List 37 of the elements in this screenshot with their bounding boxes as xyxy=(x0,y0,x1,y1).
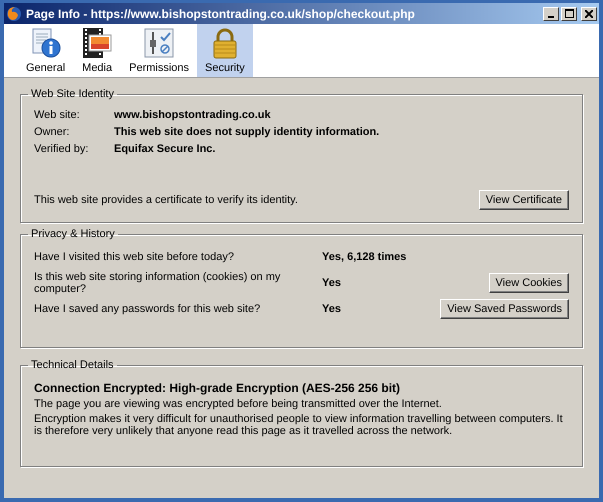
film-picture-icon xyxy=(81,27,114,59)
close-button[interactable] xyxy=(581,6,597,20)
tab[interactable]: Security xyxy=(197,24,253,77)
paragraph: Encryption makes it very difficult for unauthorised people to view information travelling between computers. It is therefore very unlikely that anyone read this page as it travelled across the network. xyxy=(34,413,564,437)
answer-text: Yes, 6,128 times xyxy=(322,251,408,263)
maximize-icon xyxy=(564,9,574,18)
view-certificate-button[interactable]: View Certificate xyxy=(478,190,569,210)
group-legend: Privacy & History xyxy=(28,228,118,240)
paragraph: The page you are viewing was encrypted before being transmitted over the Internet. xyxy=(34,398,443,410)
group-legend: Web Site Identity xyxy=(28,88,117,100)
field-value: This web site does not supply identity information. xyxy=(114,126,380,138)
certificate-note: This web site provides a certificate to verify its identity. xyxy=(34,194,298,206)
answer-text: Yes xyxy=(322,303,342,315)
answer-text: Yes xyxy=(322,277,342,289)
tab[interactable]: Permissions xyxy=(121,24,198,77)
encryption-heading: Connection Encrypted: High-grade Encryption (AES-256 256 bit) xyxy=(34,381,402,395)
browser-logo-icon xyxy=(6,6,22,22)
info-page-icon xyxy=(30,27,62,59)
maximize-button[interactable] xyxy=(561,6,577,20)
group-legend: Technical Details xyxy=(28,359,117,371)
minimize-button[interactable] xyxy=(543,6,559,20)
tab[interactable]: General xyxy=(18,24,74,77)
question-text: Is this web site storing information (cookies) on my computer? xyxy=(34,271,282,295)
field-label: Owner: xyxy=(34,126,70,138)
field-label: Verified by: xyxy=(34,143,90,155)
field-value: Equifax Secure Inc. xyxy=(114,143,216,155)
slider-check-icon xyxy=(143,27,176,59)
field-value: www.bishopstontrading.co.uk xyxy=(114,109,272,121)
question-text: Have I saved any passwords for this web site? xyxy=(34,303,262,315)
tab[interactable]: Media xyxy=(73,24,122,77)
close-icon xyxy=(585,10,593,18)
view-button[interactable]: View Saved Passwords xyxy=(440,299,569,319)
window-title: Page Info - https://www.bishopstontrading.co.uk/shop/checkout.php xyxy=(26,6,416,20)
field-label: Web site: xyxy=(34,109,81,121)
question-text: Have I visited this web site before today? xyxy=(34,251,235,263)
view-button[interactable]: View Cookies xyxy=(488,273,569,293)
minimize-icon xyxy=(548,16,554,18)
